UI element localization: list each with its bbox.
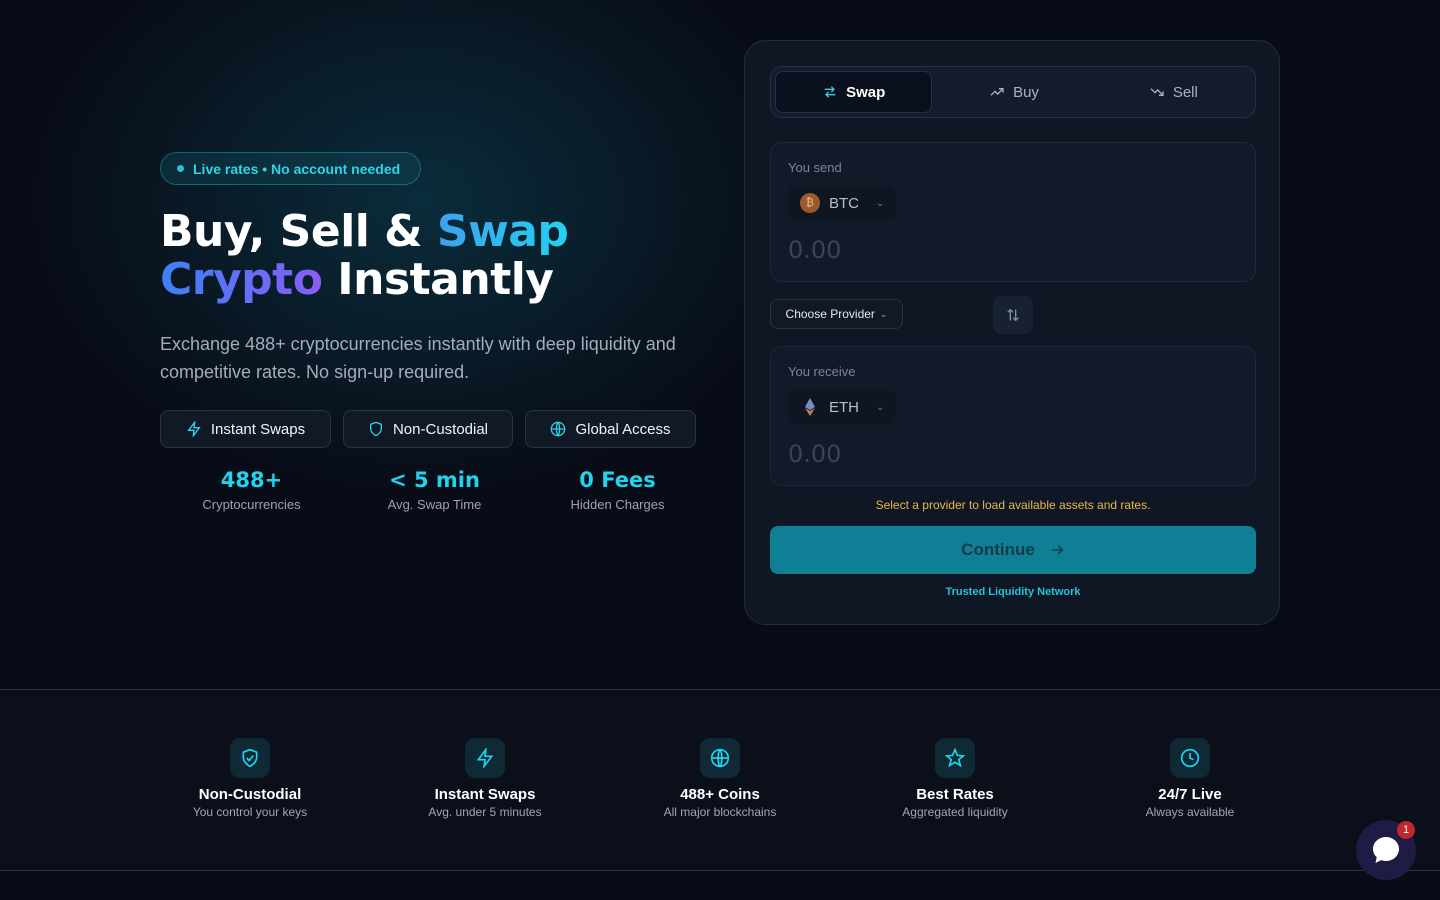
feature-24-7-live: 24/7 Live Always available	[1090, 738, 1290, 819]
chevron-down-icon: ⌄	[876, 197, 885, 209]
btc-coin-icon: ₿	[800, 193, 820, 213]
feature-non-custodial: Non-Custodial You control your keys	[150, 738, 350, 819]
tab-swap[interactable]: Swap	[775, 71, 933, 113]
hero-stats: 488+ Cryptocurrencies < 5 min Avg. Swap …	[160, 466, 709, 512]
eth-coin-icon	[805, 398, 815, 416]
stat-label: Cryptocurrencies	[202, 497, 301, 512]
continue-button[interactable]: Continue	[770, 526, 1256, 574]
feature-icon-box	[700, 738, 740, 778]
stat-value: 488+	[220, 468, 283, 492]
headline-part-1: Buy, Sell &	[160, 206, 437, 257]
feature-pills: Instant Swaps Non-Custodial Global Acces…	[160, 410, 696, 448]
exchange-tabs: Swap Buy Sell	[770, 66, 1256, 118]
headline-part-2: Instantly	[322, 254, 554, 305]
send-coin-selector[interactable]: ₿ BTC ⌄	[788, 186, 896, 220]
headline-highlight-swap: Swap	[436, 206, 569, 257]
pill-non-custodial[interactable]: Non-Custodial	[343, 410, 513, 448]
stat-label: Hidden Charges	[570, 497, 665, 512]
chat-unread-badge: 1	[1397, 821, 1415, 839]
feature-icon-box	[935, 738, 975, 778]
feature-desc: Avg. under 5 minutes	[428, 805, 542, 819]
arrow-right-icon	[1051, 545, 1064, 555]
tab-label: Swap	[846, 83, 886, 101]
shield-check-icon	[242, 748, 258, 768]
feature-title: 24/7 Live	[1158, 786, 1222, 803]
feature-desc: All major blockchains	[663, 805, 777, 819]
chevron-down-icon: ⌄	[876, 401, 885, 413]
pill-label: Non-Custodial	[392, 420, 489, 438]
pill-global-access[interactable]: Global Access	[525, 410, 696, 448]
feature-coins: 488+ Coins All major blockchains	[620, 738, 820, 819]
headline-highlight-crypto: Crypto	[160, 254, 323, 305]
stat-cryptocurrencies: 488+ Cryptocurrencies	[160, 466, 343, 512]
globe-icon	[710, 748, 730, 768]
swap-direction-button[interactable]	[993, 296, 1033, 334]
feature-title: Instant Swaps	[434, 786, 536, 803]
features-strip: Non-Custodial You control your keys Inst…	[0, 689, 1440, 871]
lightning-icon	[187, 421, 201, 437]
feature-desc: Always available	[1145, 805, 1235, 819]
lightning-icon	[476, 748, 494, 768]
feature-title: 488+ Coins	[680, 786, 760, 803]
trend-up-icon	[990, 88, 1004, 96]
tab-label: Buy	[1013, 83, 1039, 101]
pill-instant-swaps[interactable]: Instant Swaps	[160, 410, 331, 448]
feature-desc: Aggregated liquidity	[902, 805, 1008, 819]
receive-amount-input[interactable]: 0.00	[788, 440, 841, 468]
shield-icon	[369, 421, 382, 437]
stat-value: 0 Fees	[579, 468, 656, 492]
stat-swap-time: < 5 min Avg. Swap Time	[343, 466, 526, 512]
provider-notice: Select a provider to load available asse…	[875, 498, 1151, 512]
swap-vertical-icon	[1007, 308, 1019, 322]
send-label: You send	[788, 160, 842, 175]
feature-best-rates: Best Rates Aggregated liquidity	[855, 738, 1055, 819]
send-coin-symbol: BTC	[829, 194, 859, 212]
exchange-widget: Swap Buy Sell You send ₿ BTC ⌄ 0.00 Choo…	[744, 40, 1280, 625]
trusted-network-link[interactable]: Trusted Liquidity Network	[745, 586, 1281, 598]
trend-down-icon	[1150, 88, 1164, 96]
feature-title: Best Rates	[916, 786, 994, 803]
feature-instant-swaps: Instant Swaps Avg. under 5 minutes	[385, 738, 585, 819]
feature-desc: You control your keys	[192, 805, 308, 819]
receive-coin-symbol: ETH	[829, 398, 859, 416]
live-rates-badge: Live rates • No account needed	[160, 152, 421, 185]
provider-button-label: Choose Provider	[785, 307, 875, 321]
live-badge-text: Live rates • No account needed	[193, 160, 401, 177]
receive-coin-selector[interactable]: ETH ⌄	[788, 390, 896, 424]
stat-value: < 5 min	[389, 468, 480, 492]
choose-provider-button[interactable]: Choose Provider ⌄	[770, 299, 903, 329]
tab-buy[interactable]: Buy	[936, 71, 1091, 113]
receive-label: You receive	[788, 364, 856, 379]
swap-arrows-icon	[824, 86, 836, 98]
tab-label: Sell	[1172, 83, 1198, 101]
tab-sell[interactable]: Sell	[1096, 71, 1251, 113]
feature-title: Non-Custodial	[198, 786, 302, 803]
pill-label: Global Access	[575, 420, 671, 438]
globe-icon	[551, 421, 566, 437]
stat-label: Avg. Swap Time	[387, 497, 482, 512]
hero-headline: Buy, Sell & Swap Crypto Instantly	[160, 206, 569, 305]
hero-subtitle: Exchange 488+ cryptocurrencies instantly…	[160, 334, 676, 382]
send-amount-input[interactable]: 0.00	[788, 236, 841, 264]
pill-label: Instant Swaps	[210, 420, 306, 438]
chevron-down-icon: ⌄	[879, 308, 888, 319]
send-field: You send ₿ BTC ⌄ 0.00	[770, 142, 1256, 282]
feature-icon-box	[1170, 738, 1210, 778]
clock-icon	[1180, 748, 1200, 768]
stat-fees: 0 Fees Hidden Charges	[526, 466, 709, 512]
receive-field: You receive ETH ⌄ 0.00	[770, 346, 1256, 486]
feature-icon-box	[230, 738, 270, 778]
feature-icon-box	[465, 738, 505, 778]
continue-label: Continue	[961, 540, 1035, 559]
star-icon	[945, 748, 965, 768]
live-indicator-dot	[177, 165, 184, 172]
chat-bubble-icon	[1373, 837, 1399, 863]
